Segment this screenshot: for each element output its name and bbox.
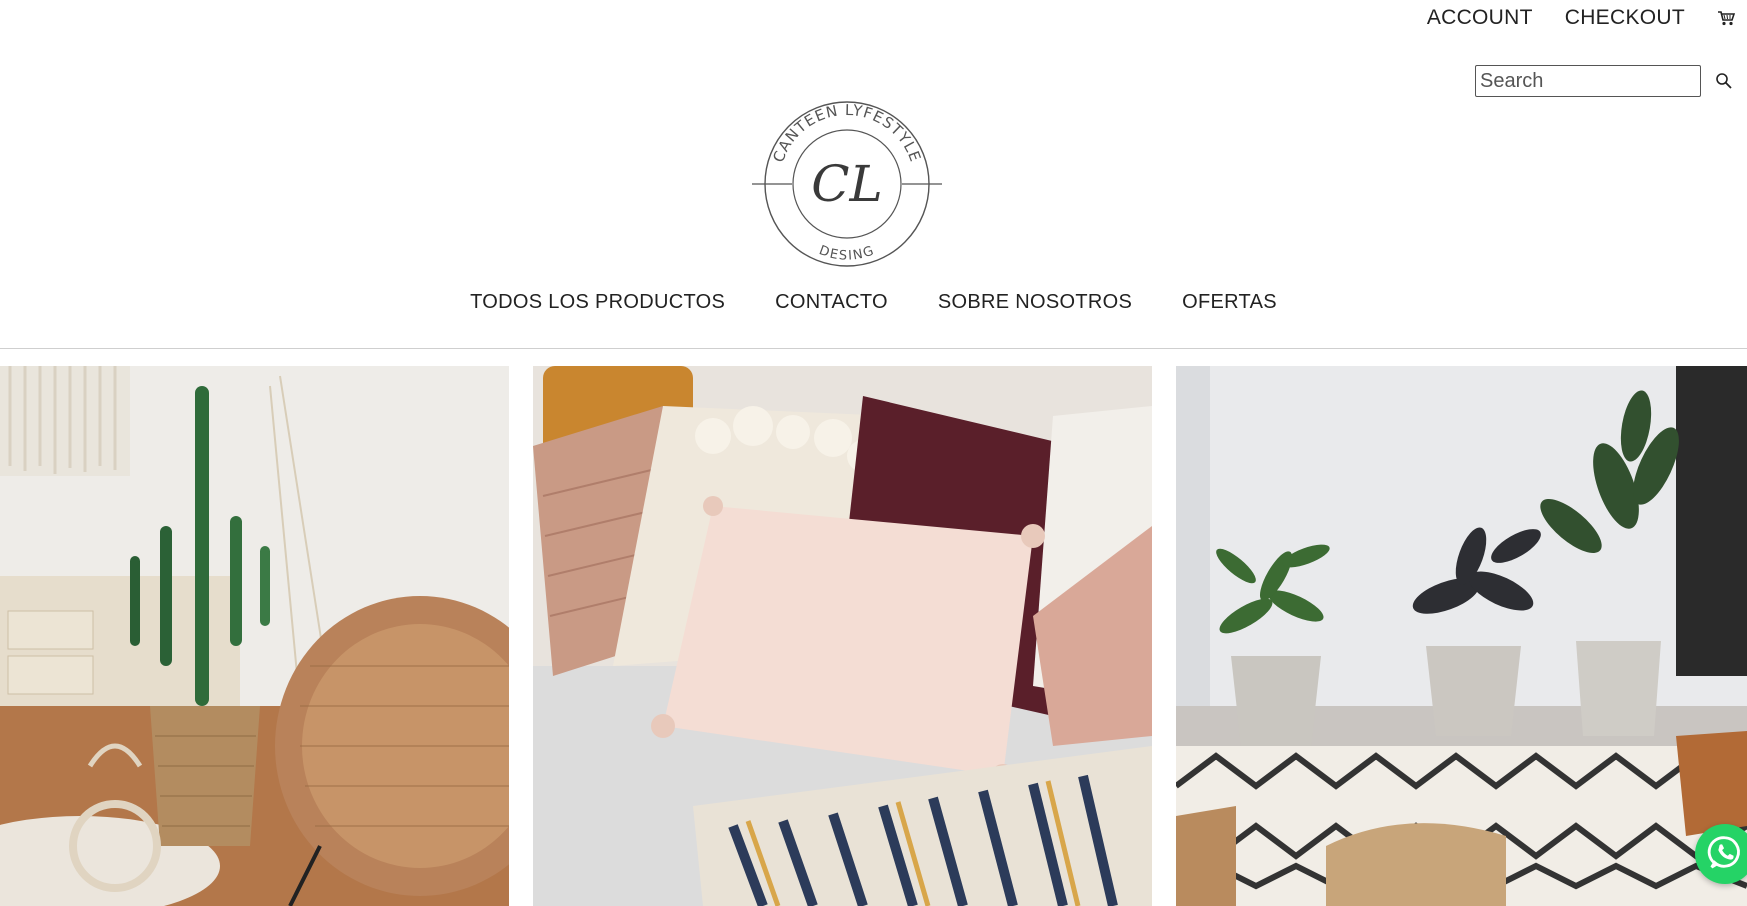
brand-logo[interactable]: CANTEEN LYFESTYLE DESING CL xyxy=(752,98,942,272)
image-gallery xyxy=(0,366,1747,906)
top-utility-bar: ACCOUNT CHECKOUT xyxy=(1427,6,1736,30)
gallery-image-cushions[interactable] xyxy=(533,366,1152,906)
nav-item-todos-los-productos[interactable]: TODOS LOS PRODUCTOS xyxy=(470,291,725,314)
logo-monogram: CL xyxy=(811,155,882,213)
checkout-link[interactable]: CHECKOUT xyxy=(1565,6,1685,30)
shopping-cart-icon[interactable] xyxy=(1717,9,1736,27)
logo-bottom-text: DESING xyxy=(817,243,876,264)
svg-text:DESING: DESING xyxy=(817,243,877,264)
account-link[interactable]: ACCOUNT xyxy=(1427,6,1533,30)
search-input[interactable] xyxy=(1475,65,1701,97)
gallery-image-cactus-wicker[interactable] xyxy=(0,366,509,906)
header-divider xyxy=(0,348,1747,349)
nav-item-ofertas[interactable]: OFERTAS xyxy=(1164,291,1277,314)
main-navigation: TODOS LOS PRODUCTOS CONTACTO SOBRE NOSOT… xyxy=(0,291,1747,314)
magnifier-icon[interactable] xyxy=(1715,72,1733,90)
whatsapp-icon xyxy=(1706,833,1744,876)
nav-item-sobre-nosotros[interactable]: SOBRE NOSOTROS xyxy=(920,291,1132,314)
gallery-image-plants-rug[interactable] xyxy=(1176,366,1747,906)
search-bar xyxy=(1475,65,1733,97)
whatsapp-chat-button[interactable] xyxy=(1695,824,1747,884)
nav-item-contacto[interactable]: CONTACTO xyxy=(757,291,888,314)
